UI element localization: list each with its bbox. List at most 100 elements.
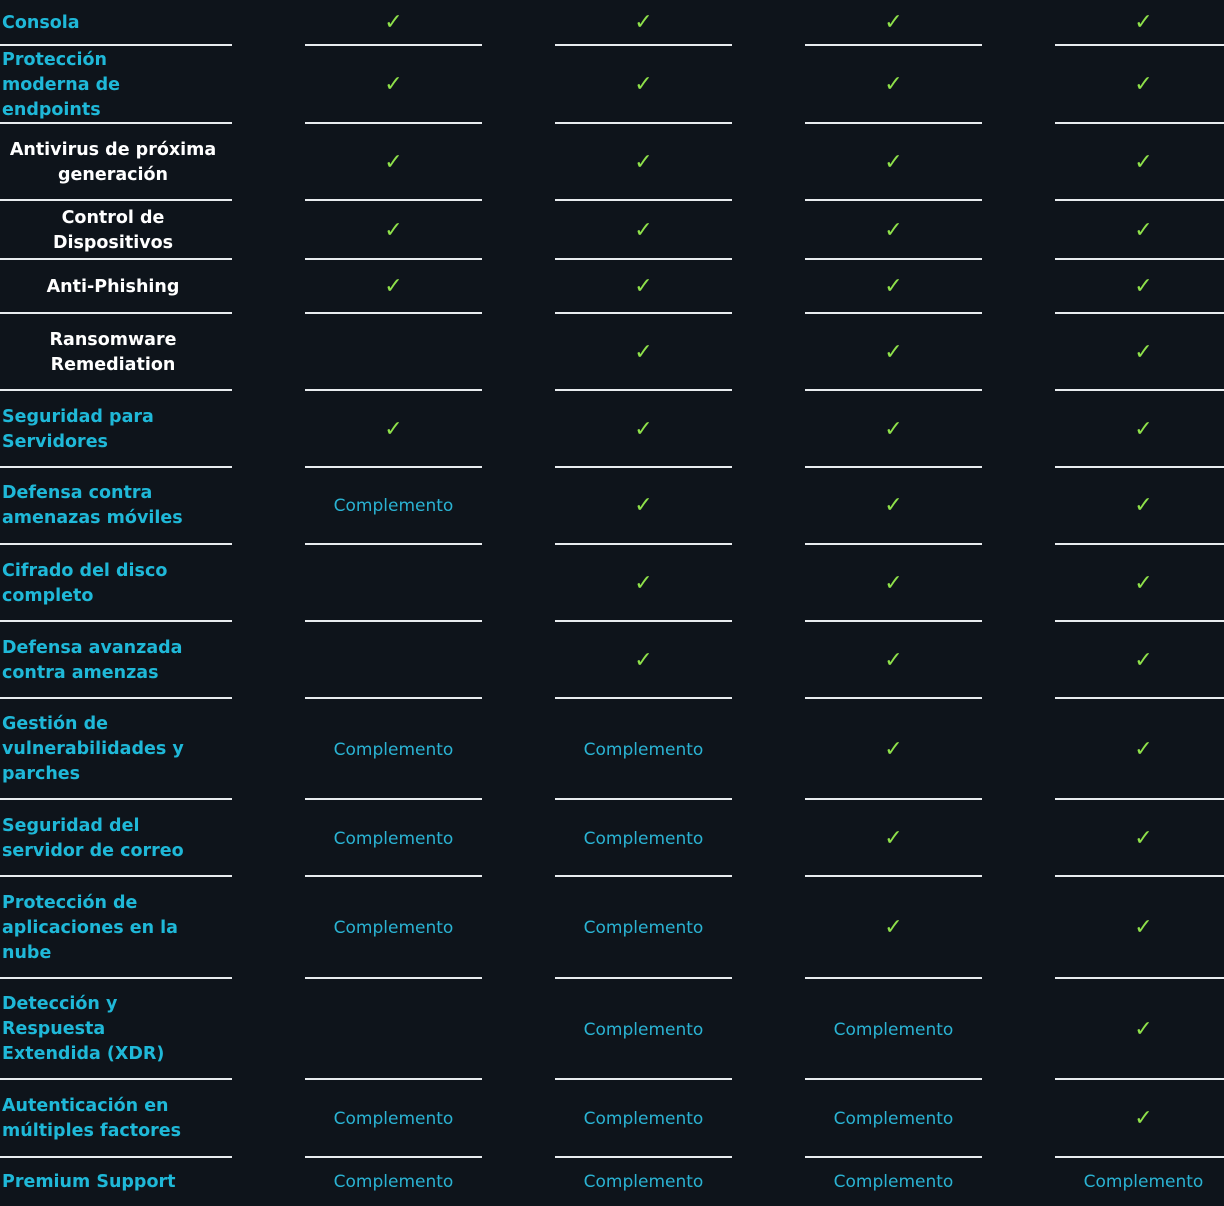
plan-cell: ✓ bbox=[305, 0, 482, 46]
check-icon: ✓ bbox=[634, 493, 653, 518]
plan-cell: ✓ bbox=[805, 877, 982, 979]
check-icon: ✓ bbox=[1134, 1106, 1153, 1131]
check-icon: ✓ bbox=[884, 647, 903, 673]
plan-cell: ✓ bbox=[555, 467, 732, 545]
plan-cell: ✓ bbox=[1055, 124, 1224, 201]
feature-comparison-table: Consola ✓ ✓ ✓ ✓ Protección moderna de endpoin… bbox=[0, 0, 1224, 1206]
table-row: Protección de aplicaciones en la nube Com… bbox=[0, 877, 1224, 979]
feature-label: Seguridad del servidor de correo bbox=[2, 815, 184, 861]
check-icon: ✓ bbox=[1134, 570, 1153, 596]
table-row: Detección y Respuesta Extendida (XDR) Com… bbox=[0, 979, 1224, 1080]
addon-label: Complemento bbox=[333, 1172, 454, 1192]
check-icon: ✓ bbox=[1134, 274, 1153, 299]
check-icon: ✓ bbox=[634, 339, 653, 365]
table-row: Consola ✓ ✓ ✓ ✓ bbox=[0, 0, 1224, 46]
check-icon: ✓ bbox=[384, 416, 403, 442]
plan-cell: ✓ bbox=[805, 545, 982, 622]
plan-cell: ✓ bbox=[305, 260, 482, 314]
feature-label: Premium Support bbox=[2, 1171, 176, 1192]
plan-cell: Complemento bbox=[555, 800, 732, 877]
check-icon: ✓ bbox=[634, 647, 653, 673]
plan-cell: ✓ bbox=[805, 467, 982, 545]
addon-label: Complemento bbox=[583, 1172, 704, 1192]
feature-label: Defensa contra amenazas móviles bbox=[2, 483, 183, 528]
table-row: Antivirus de próxima generación ✓ ✓ ✓ ✓ bbox=[0, 124, 1224, 201]
check-icon: ✓ bbox=[384, 274, 403, 299]
plan-cell: ✓ bbox=[805, 391, 982, 468]
plan-cell: ✓ bbox=[1055, 314, 1224, 391]
plan-cell: ✓ bbox=[555, 622, 732, 699]
plan-cell: ✓ bbox=[555, 124, 732, 201]
plan-cell: Complemento bbox=[805, 1158, 982, 1206]
subfeature-label: Ransomware Remediation bbox=[49, 329, 177, 375]
plan-cell: Complemento bbox=[305, 699, 482, 800]
check-icon: ✓ bbox=[384, 217, 403, 243]
feature-label: Gestión de vulnerabilidades y parches bbox=[2, 714, 184, 784]
check-icon: ✓ bbox=[1134, 416, 1153, 442]
check-icon: ✓ bbox=[884, 416, 903, 442]
plan-cell: ✓ bbox=[805, 0, 982, 46]
check-icon: ✓ bbox=[634, 416, 653, 442]
check-icon: ✓ bbox=[884, 149, 903, 175]
plan-cell: ✓ bbox=[1055, 622, 1224, 699]
check-icon: ✓ bbox=[384, 149, 403, 175]
plan-cell: ✓ bbox=[805, 800, 982, 877]
check-icon: ✓ bbox=[884, 915, 903, 940]
table-row: Gestión de vulnerabilidades y parches Com… bbox=[0, 699, 1224, 800]
plan-cell: ✓ bbox=[555, 260, 732, 314]
check-icon: ✓ bbox=[1134, 647, 1153, 673]
plan-cell: ✓ bbox=[305, 124, 482, 201]
addon-label: Complemento bbox=[833, 1109, 954, 1129]
check-icon: ✓ bbox=[884, 825, 903, 851]
table-row: Anti-Phishing ✓ ✓ ✓ ✓ bbox=[0, 260, 1224, 314]
check-icon: ✓ bbox=[1134, 217, 1153, 243]
plan-cell: Complemento bbox=[1055, 1158, 1224, 1206]
addon-label: Complemento bbox=[583, 1019, 704, 1040]
check-icon: ✓ bbox=[384, 72, 403, 97]
check-icon: ✓ bbox=[884, 72, 903, 97]
table-row: Defensa contra amenazas móviles Complemen… bbox=[0, 467, 1224, 545]
feature-label: Protección de aplicaciones en la nube bbox=[2, 892, 178, 963]
plan-cell: Complemento bbox=[305, 877, 482, 979]
table-row: Seguridad del servidor de correo Compleme… bbox=[0, 800, 1224, 877]
addon-label: Complemento bbox=[583, 739, 704, 760]
plan-cell: ✓ bbox=[305, 391, 482, 468]
check-icon: ✓ bbox=[1134, 493, 1153, 518]
plan-cell: Complemento bbox=[305, 467, 482, 545]
check-icon: ✓ bbox=[884, 493, 903, 518]
check-icon: ✓ bbox=[1134, 825, 1153, 851]
addon-label: Complemento bbox=[333, 1109, 454, 1129]
plan-cell: ✓ bbox=[1055, 545, 1224, 622]
plan-cell: ✓ bbox=[1055, 391, 1224, 468]
addon-label: Complemento bbox=[583, 1109, 704, 1129]
feature-label: Protección moderna de endpoints bbox=[2, 49, 121, 120]
subfeature-label: Antivirus de próxima generación bbox=[9, 139, 217, 185]
plan-cell: ✓ bbox=[555, 0, 732, 46]
feature-label: Autenticación en múltiples factores bbox=[2, 1096, 182, 1141]
addon-label: Complemento bbox=[1083, 1172, 1204, 1192]
table-row: Premium Support Complemento Complemento Com… bbox=[0, 1158, 1224, 1206]
addon-label: Complemento bbox=[333, 496, 454, 516]
plan-cell: ✓ bbox=[1055, 46, 1224, 124]
plan-cell: ✓ bbox=[805, 699, 982, 800]
check-icon: ✓ bbox=[884, 736, 903, 762]
check-icon: ✓ bbox=[634, 274, 653, 299]
plan-cell: ✓ bbox=[555, 46, 732, 124]
plan-cell: Complemento bbox=[555, 1080, 732, 1158]
check-icon: ✓ bbox=[1134, 339, 1153, 365]
check-icon: ✓ bbox=[634, 217, 653, 243]
plan-cell: ✓ bbox=[1055, 0, 1224, 46]
plan-cell: Complemento bbox=[555, 699, 732, 800]
check-icon: ✓ bbox=[884, 217, 903, 243]
plan-cell: ✓ bbox=[1055, 467, 1224, 545]
plan-cell: ✓ bbox=[555, 201, 732, 260]
table-row: Defensa avanzada contra amenzas ✓ ✓ ✓ bbox=[0, 622, 1224, 699]
plan-cell: ✓ bbox=[305, 46, 482, 124]
check-icon: ✓ bbox=[884, 570, 903, 596]
table-row: Autenticación en múltiples factores Compl… bbox=[0, 1080, 1224, 1158]
plan-cell: ✓ bbox=[805, 260, 982, 314]
plan-cell: ✓ bbox=[555, 391, 732, 468]
feature-label: Consola bbox=[2, 12, 80, 33]
plan-cell: ✓ bbox=[1055, 201, 1224, 260]
check-icon: ✓ bbox=[634, 149, 653, 175]
